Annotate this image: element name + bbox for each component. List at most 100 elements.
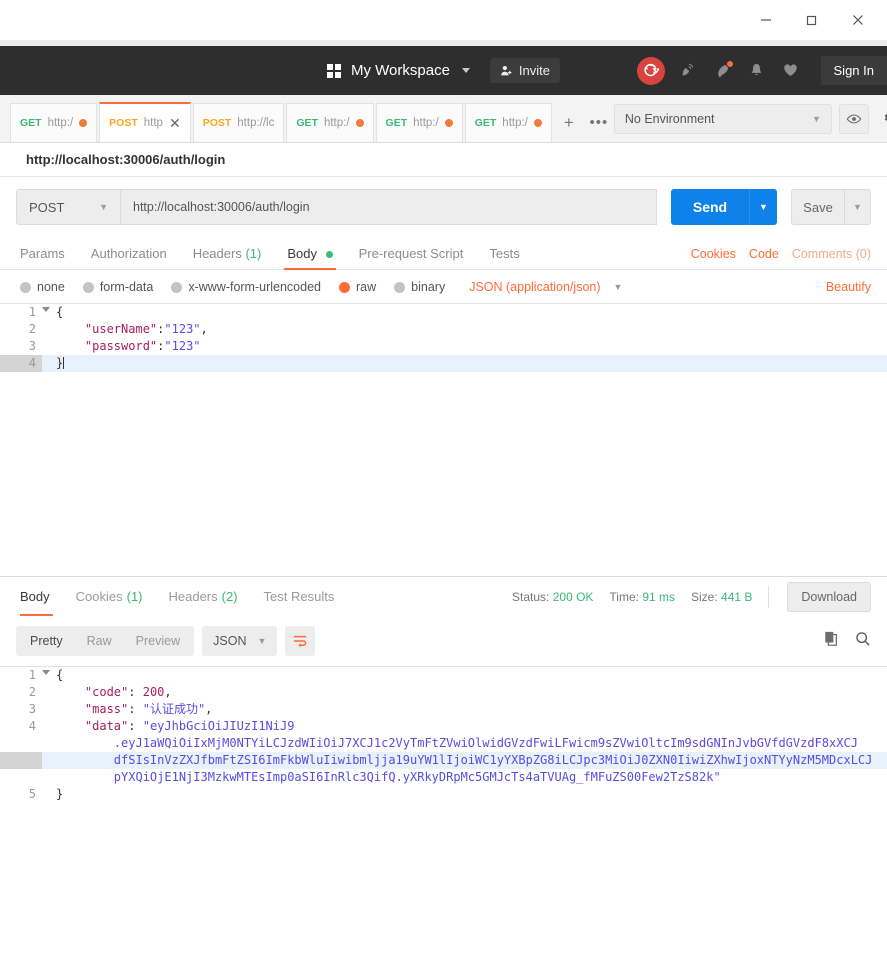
tab-url: http:/ (323, 117, 350, 129)
cookies-link[interactable]: Cookies (691, 247, 736, 261)
request-tab[interactable]: GET http:/ (286, 103, 374, 142)
http-method-selector[interactable]: POST ▼ (16, 189, 121, 225)
body-type-raw[interactable]: raw (339, 280, 376, 294)
response-tab-test-results[interactable]: Test Results (251, 577, 348, 616)
radio-icon (171, 281, 183, 293)
beautify-button[interactable]: Beautify (826, 280, 871, 294)
body-type-none[interactable]: none (20, 280, 65, 294)
environment-selector[interactable]: No Environment ▼ (613, 103, 832, 134)
request-tab[interactable]: GET http:/ (375, 103, 463, 142)
fold-toggle-icon[interactable] (42, 670, 50, 675)
response-tab-test-results-label: Test Results (263, 589, 335, 604)
bell-icon[interactable] (747, 61, 767, 81)
invite-button[interactable]: Invite (489, 58, 560, 83)
tab-url: http://lc (237, 117, 275, 129)
tab-params-label: Params (20, 246, 65, 261)
new-tab-button[interactable]: + (554, 103, 584, 142)
save-button[interactable]: Save (791, 189, 845, 225)
close-icon[interactable]: ✕ (169, 116, 181, 130)
request-tab[interactable]: POST http://lc (192, 103, 285, 142)
workspace-name[interactable]: My Workspace (351, 62, 450, 79)
sign-in-button[interactable]: Sign In (820, 56, 887, 85)
download-button[interactable]: Download (787, 581, 871, 612)
request-tab[interactable]: GET http:/ (464, 103, 552, 142)
word-wrap-icon (294, 635, 307, 648)
save-options-button[interactable]: ▼ (845, 189, 871, 225)
tab-pre-request-script-label: Pre-request Script (358, 246, 464, 261)
satellite-icon[interactable] (679, 61, 699, 81)
search-icon (856, 631, 870, 646)
rocket-icon[interactable] (713, 59, 734, 81)
radio-icon-selected (339, 281, 350, 293)
code-line: 4 "data": "eyJhbGciOiJIUzI1NiJ9 (0, 718, 887, 735)
copy-button[interactable] (824, 631, 839, 652)
time-value: 91 ms (642, 589, 676, 604)
word-wrap-button[interactable] (285, 626, 316, 656)
code-text: "mass": "认证成功", (84, 702, 213, 716)
tab-body[interactable]: Body (274, 246, 345, 270)
response-tab-cookies-label: Cookies (75, 589, 123, 604)
view-mode-raw[interactable]: Raw (75, 634, 124, 648)
code-line: 1{ (0, 667, 887, 684)
code-text: pYXQiOjE1NjI3MzkwMTEsImp0aSI6InRlc3QifQ.… (56, 770, 721, 784)
response-tab-body-label: Body (20, 589, 50, 604)
line-number: 1 (0, 667, 50, 684)
code-line: 5} (0, 786, 887, 803)
response-tab-cookies[interactable]: Cookies (1) (63, 577, 156, 616)
send-options-button[interactable]: ▼ (749, 189, 777, 225)
restore-window-button[interactable] (789, 5, 835, 35)
body-type-binary-label: binary (411, 280, 446, 294)
tab-params[interactable]: Params (16, 246, 78, 269)
settings-button[interactable] (876, 104, 887, 134)
request-tab-active[interactable]: POST http ✕ (99, 102, 191, 142)
code-text: } (56, 787, 64, 801)
tab-headers[interactable]: Headers (1) (180, 246, 275, 269)
url-input[interactable]: http://localhost:30006/auth/login (121, 189, 657, 225)
line-number: 2 (0, 321, 42, 338)
response-tools (824, 631, 871, 652)
tab-authorization-label: Authorization (90, 246, 167, 261)
environment-quick-look-button[interactable] (838, 103, 869, 134)
response-format-bar: Pretty Raw Preview JSON ▼ (0, 616, 887, 666)
environment-area: No Environment ▼ (613, 95, 887, 142)
body-type-binary[interactable]: binary (394, 280, 445, 294)
fold-toggle-icon[interactable] (42, 307, 50, 312)
request-tab[interactable]: GET http:/ (10, 103, 98, 142)
sync-icon[interactable] (636, 56, 665, 85)
send-button[interactable]: Send (671, 189, 749, 225)
response-body-editor[interactable]: 1{2 "code": 200, 3 "mass": "认证成功", 4 "data… (0, 666, 887, 806)
code-link[interactable]: Code (749, 247, 779, 261)
code-text: "data": "eyJhbGciOiJIUzI1NiJ9 (84, 719, 295, 733)
view-mode-preview[interactable]: Preview (124, 634, 192, 648)
comments-link[interactable]: Comments (0) (792, 247, 871, 261)
eye-icon (846, 113, 862, 124)
content-type-selector[interactable]: JSON (application/json) (469, 280, 600, 294)
minimize-window-button[interactable] (743, 5, 789, 35)
tab-authorization[interactable]: Authorization (78, 246, 180, 269)
chevron-down-icon[interactable] (461, 68, 470, 73)
line-number (0, 735, 42, 752)
code-line: 4} (0, 355, 887, 372)
response-tab-cookies-badge: (1) (126, 589, 143, 604)
response-tab-headers[interactable]: Headers (2) (156, 577, 251, 616)
response-tab-body[interactable]: Body (16, 577, 63, 616)
request-body-editor[interactable]: 1{2 "userName":"123", 3 "password":"123" 4… (0, 303, 887, 576)
line-number: 1 (0, 304, 50, 321)
response-format-selector[interactable]: JSON ▼ (202, 626, 278, 656)
line-number: 4 (0, 355, 42, 372)
chevron-down-icon: ▼ (257, 636, 267, 646)
body-type-urlencoded[interactable]: x-www-form-urlencoded (171, 280, 321, 294)
search-button[interactable] (855, 631, 871, 652)
view-mode-pretty[interactable]: Pretty (18, 634, 75, 648)
radio-icon (394, 281, 406, 293)
response-tab-headers-badge: (2) (221, 589, 238, 604)
close-window-button[interactable] (835, 5, 881, 35)
body-type-form-data[interactable]: form-data (82, 280, 153, 294)
heart-icon[interactable] (781, 61, 801, 81)
chevron-down-icon[interactable]: ▼ (614, 282, 623, 292)
tab-options-button[interactable]: ••• (584, 103, 614, 142)
body-type-none-label: none (37, 280, 65, 294)
tab-pre-request-script[interactable]: Pre-request Script (346, 246, 477, 269)
tab-tests[interactable]: Tests (476, 246, 532, 269)
body-type-row: none form-data x-www-form-urlencoded raw… (0, 270, 887, 303)
